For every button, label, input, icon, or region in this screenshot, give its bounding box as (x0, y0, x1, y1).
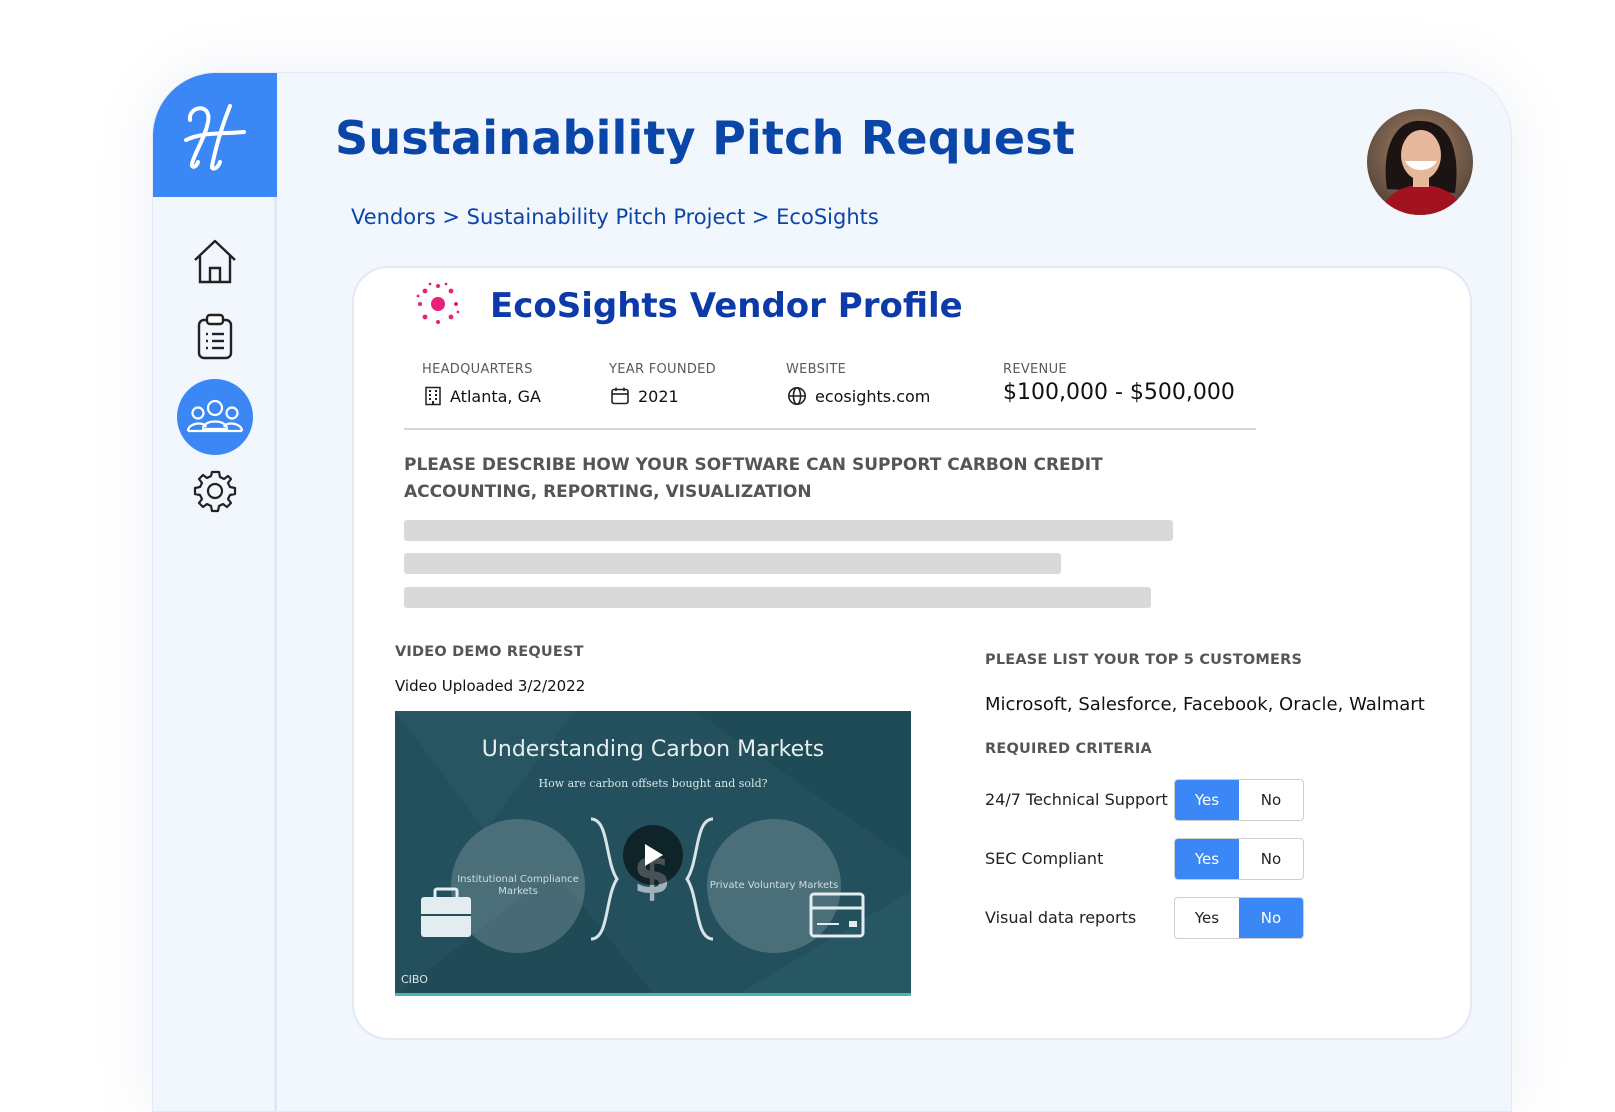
page-title: Sustainability Pitch Request (335, 111, 1076, 165)
video-progress-bar[interactable] (395, 993, 911, 996)
no-option[interactable]: No (1239, 839, 1303, 879)
no-option[interactable]: No (1239, 780, 1303, 820)
website-text[interactable]: ecosights.com (815, 387, 930, 406)
no-option[interactable]: No (1239, 898, 1303, 938)
vendor-profile-title: EcoSights Vendor Profile (490, 286, 963, 326)
breadcrumb: Vendors > Sustainability Pitch Project >… (351, 205, 879, 229)
headquarters-value: Atlanta, GA (424, 386, 541, 406)
answer-placeholder-line (404, 553, 1061, 574)
breadcrumb-vendors[interactable]: Vendors (351, 205, 436, 229)
year-founded-text: 2021 (638, 386, 679, 406)
criteria-label-visual: Visual data reports (985, 908, 1137, 927)
video-uploaded-text: Video Uploaded 3/2/2022 (395, 677, 586, 695)
video-brand: CIBO (401, 973, 428, 986)
criteria-label-support: 24/7 Technical Support (985, 790, 1168, 809)
headquarters-label: HEADQUARTERS (422, 362, 533, 377)
criteria-toggle-support: Yes No (1174, 779, 1304, 821)
app-window: Sustainability Pitch Request Vendors > S… (152, 72, 1512, 1112)
sidebar-item-settings[interactable] (177, 453, 253, 529)
building-icon (425, 386, 441, 406)
year-founded-value: 2021 (610, 386, 679, 406)
logo-h-icon (184, 104, 246, 171)
calendar-icon (611, 387, 629, 405)
yes-option[interactable]: Yes (1175, 898, 1239, 938)
sidebar-item-tasks[interactable] (177, 299, 253, 375)
answer-placeholder-line (404, 587, 1151, 608)
yes-option[interactable]: Yes (1175, 780, 1239, 820)
question-text: PLEASE DESCRIBE HOW YOUR SOFTWARE CAN SU… (404, 455, 1103, 502)
headquarters-text: Atlanta, GA (450, 386, 541, 406)
breadcrumb-separator: > (745, 205, 777, 229)
breadcrumb-separator: > (435, 205, 467, 229)
app-logo[interactable] (153, 73, 277, 197)
vendor-logo-icon (416, 282, 460, 324)
home-icon (194, 239, 236, 284)
sidebar-item-vendors[interactable] (177, 379, 253, 455)
required-criteria-label: REQUIRED CRITERIA (985, 741, 1152, 757)
sidebar-item-home[interactable] (177, 223, 253, 299)
globe-icon (788, 387, 806, 405)
video-player[interactable]: Understanding Carbon Markets How are car… (395, 711, 911, 996)
avatar-photo (1367, 109, 1473, 215)
vendor-logo (414, 280, 468, 340)
website-label: WEBSITE (786, 362, 847, 377)
top-customers-label: PLEASE LIST YOUR TOP 5 CUSTOMERS (985, 652, 1303, 668)
breadcrumb-project[interactable]: Sustainability Pitch Project (467, 205, 746, 229)
sidebar (153, 73, 277, 1111)
website-value[interactable]: ecosights.com (787, 386, 930, 406)
criteria-toggle-sec: Yes No (1174, 838, 1304, 880)
vendor-profile-card: EcoSights Vendor Profile HEADQUARTERS At… (352, 266, 1472, 1040)
users-icon (186, 399, 244, 433)
gear-icon (193, 470, 237, 513)
year-founded-label: YEAR FOUNDED (609, 362, 716, 377)
play-button[interactable] (623, 825, 683, 885)
answer-placeholder-line (404, 520, 1173, 541)
yes-option[interactable]: Yes (1175, 839, 1239, 879)
revenue-label: REVENUE (1003, 362, 1067, 377)
divider (404, 428, 1256, 430)
criteria-label-sec: SEC Compliant (985, 849, 1104, 868)
clipboard-icon (197, 313, 233, 360)
play-icon (645, 844, 663, 866)
breadcrumb-current: EcoSights (776, 205, 879, 229)
revenue-value: $100,000 - $500,000 (1003, 380, 1235, 405)
video-demo-label: VIDEO DEMO REQUEST (395, 644, 584, 660)
top-customers-value: Microsoft, Salesforce, Facebook, Oracle,… (985, 694, 1425, 715)
criteria-toggle-visual: Yes No (1174, 897, 1304, 939)
user-avatar[interactable] (1367, 109, 1473, 215)
